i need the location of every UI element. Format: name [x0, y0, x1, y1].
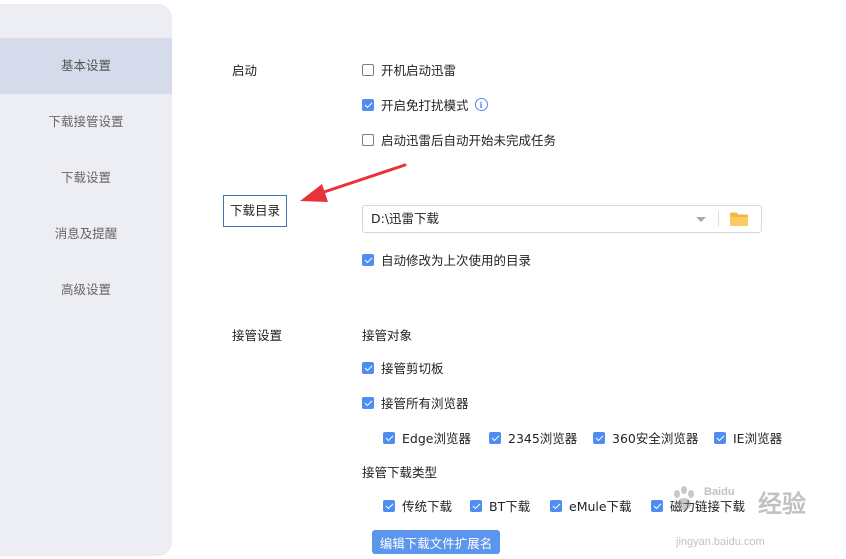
checkbox[interactable]	[362, 253, 374, 266]
checkbox[interactable]	[362, 63, 374, 76]
download-dir-path: D:\迅雷下载	[371, 211, 440, 226]
sidebar-item-download-takeover[interactable]: 下载接管设置	[0, 94, 172, 150]
sidebar-item-advanced[interactable]: 高级设置	[0, 262, 172, 318]
checkbox-label: eMule下载	[569, 499, 632, 514]
checkbox-label: 启动迅雷后自动开始未完成任务	[381, 133, 557, 148]
checkbox[interactable]	[362, 98, 374, 111]
sidebar-item-notifications[interactable]: 消息及提醒	[0, 206, 172, 262]
checkbox-label: 开启免打扰模式	[381, 98, 469, 113]
checkbox-label: 接管剪切板	[381, 361, 444, 376]
watermark-brand: Baidu	[704, 486, 735, 498]
checkbox[interactable]	[383, 499, 395, 512]
edit-file-extensions-button[interactable]: 编辑下载文件扩展名	[372, 530, 500, 554]
baidu-jingyan-watermark: Baidu 经验 jingyan.baidu.com	[670, 486, 842, 556]
info-icon[interactable]: i	[474, 98, 488, 111]
browser-option-ie[interactable]: IE浏览器	[714, 428, 782, 447]
checkbox-label: 2345浏览器	[508, 431, 578, 446]
checkbox-label: 接管所有浏览器	[381, 396, 469, 411]
checkbox[interactable]	[383, 431, 395, 444]
auto-modify-dir-option[interactable]: 自动修改为上次使用的目录	[362, 250, 531, 269]
startup-section-label: 启动	[232, 63, 258, 78]
folder-icon[interactable]	[729, 211, 749, 227]
checkbox[interactable]	[362, 361, 374, 374]
checkbox[interactable]	[714, 431, 726, 444]
type-option-bt[interactable]: BT下载	[470, 496, 530, 515]
takeover-section-label: 接管设置	[232, 328, 283, 343]
checkbox[interactable]	[651, 499, 663, 512]
checkbox-label: 自动修改为上次使用的目录	[381, 253, 532, 268]
sidebar-item-download-settings[interactable]: 下载设置	[0, 150, 172, 206]
checkbox[interactable]	[362, 396, 374, 409]
checkbox-label: BT下载	[489, 499, 531, 514]
browser-option-2345[interactable]: 2345浏览器	[489, 428, 577, 447]
checkbox[interactable]	[593, 431, 605, 444]
checkbox-label: 360安全浏览器	[612, 431, 699, 446]
checkbox-label: 开机启动迅雷	[381, 63, 457, 78]
sidebar: 基本设置 下载接管设置 下载设置 消息及提醒 高级设置	[0, 4, 172, 556]
startup-option-do-not-disturb[interactable]: 开启免打扰模式 i	[362, 95, 488, 114]
takeover-all-browsers-option[interactable]: 接管所有浏览器	[362, 393, 469, 412]
checkbox-label: IE浏览器	[733, 431, 783, 446]
watermark-main: 经验	[758, 490, 806, 518]
watermark-url: jingyan.baidu.com	[676, 536, 765, 548]
type-option-emule[interactable]: eMule下载	[550, 496, 632, 515]
takeover-clipboard-option[interactable]: 接管剪切板	[362, 358, 444, 377]
browser-option-edge[interactable]: Edge浏览器	[383, 428, 471, 447]
download-dir-select[interactable]: D:\迅雷下载	[362, 205, 762, 233]
sidebar-item-basic-settings[interactable]: 基本设置	[0, 38, 172, 94]
checkbox-label: Edge浏览器	[402, 431, 471, 446]
checkbox[interactable]	[550, 499, 562, 512]
checkbox[interactable]	[489, 431, 501, 444]
chevron-down-icon[interactable]	[696, 217, 706, 222]
download-dir-label: 下载目录	[223, 195, 287, 227]
takeover-targets-title: 接管对象	[362, 328, 413, 343]
browser-option-360[interactable]: 360安全浏览器	[593, 428, 698, 447]
divider	[718, 211, 719, 227]
checkbox[interactable]	[362, 133, 374, 146]
takeover-types-title: 接管下载类型	[362, 465, 438, 480]
checkbox[interactable]	[470, 499, 482, 512]
startup-option-autostart[interactable]: 开机启动迅雷	[362, 60, 456, 79]
startup-option-resume-tasks[interactable]: 启动迅雷后自动开始未完成任务	[362, 130, 556, 149]
type-option-traditional[interactable]: 传统下载	[383, 496, 452, 515]
checkbox-label: 传统下载	[402, 499, 453, 514]
paw-logo-icon	[674, 486, 694, 510]
